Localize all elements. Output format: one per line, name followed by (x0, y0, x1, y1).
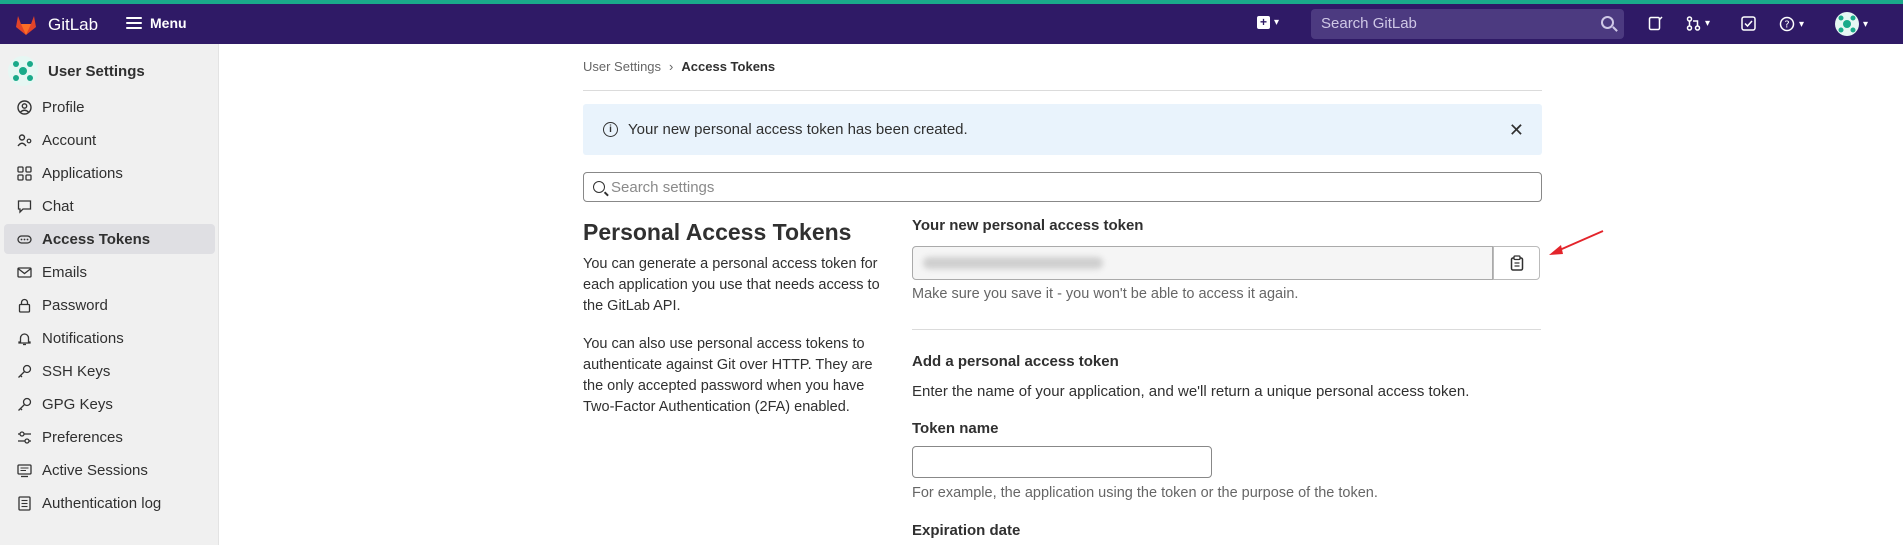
chevron-down-icon: ▾ (1863, 18, 1869, 30)
sidebar-item-label: Profile (42, 98, 85, 116)
sidebar-item-label: Notifications (42, 329, 124, 347)
global-search-input[interactable]: Search GitLab (1311, 9, 1624, 39)
section-description: You can generate a personal access token… (583, 256, 880, 314)
monitor-icon (16, 462, 32, 478)
copy-token-button[interactable] (1493, 246, 1540, 280)
token-icon (16, 231, 32, 247)
alert-text: Your new personal access token has been … (628, 121, 968, 138)
add-token-heading: Add a personal access token (912, 353, 1119, 370)
sidebar-item-label: SSH Keys (42, 362, 111, 380)
breadcrumb-current: Access Tokens (681, 59, 776, 74)
new-token-label: Your new personal access token (912, 217, 1144, 234)
sidebar-item-label: Preferences (42, 428, 123, 446)
new-token-help: Make sure you save it - you won't be abl… (912, 286, 1299, 302)
menu-button[interactable]: Menu (126, 15, 187, 31)
todos-button[interactable] (1741, 16, 1756, 31)
log-icon (16, 495, 32, 511)
token-name-input[interactable] (912, 446, 1212, 478)
sidebar-item-label: Emails (42, 263, 88, 281)
add-token-intro: Enter the name of your application, and … (912, 383, 1470, 400)
brand-name: GitLab (48, 15, 99, 34)
email-icon (16, 264, 32, 280)
plus-square-icon: + (1257, 16, 1270, 29)
merge-request-icon (1686, 16, 1701, 31)
search-placeholder: Search GitLab (1321, 15, 1417, 32)
issues-icon (1648, 16, 1663, 31)
account-icon (16, 132, 32, 148)
sidebar-item-ssh-keys[interactable]: SSH Keys (4, 356, 215, 386)
sidebar-item-profile[interactable]: Profile (4, 92, 215, 122)
sidebar-item-gpg-keys[interactable]: GPG Keys (4, 389, 215, 419)
close-icon[interactable]: ✕ (1509, 120, 1524, 141)
sidebar-item-label: Applications (42, 164, 123, 182)
sidebar-item-account[interactable]: Account (4, 125, 215, 155)
token-name-help: For example, the application using the t… (912, 485, 1378, 501)
sidebar-item-access-tokens[interactable]: Access Tokens (4, 224, 215, 254)
sidebar-item-notifications[interactable]: Notifications (4, 323, 215, 353)
token-name-label: Token name (912, 420, 999, 437)
gitlab-home-link[interactable]: GitLab (14, 14, 98, 36)
sidebar: User Settings Profile Account Applicatio… (0, 44, 219, 545)
sidebar-item-label: Chat (42, 197, 74, 215)
applications-icon (16, 165, 32, 181)
section-title: Personal Access Tokens (583, 219, 852, 245)
sidebar-header[interactable]: User Settings (8, 56, 145, 86)
sidebar-item-active-sessions[interactable]: Active Sessions (4, 455, 215, 485)
preferences-icon (16, 429, 32, 445)
clipboard-icon (1510, 255, 1523, 271)
sidebar-item-label: Authentication log (42, 494, 162, 512)
info-icon: i (603, 122, 618, 137)
new-item-dropdown[interactable]: + ▾ (1257, 16, 1279, 29)
todo-icon (1741, 16, 1756, 31)
search-icon (1601, 16, 1614, 29)
merge-requests-dropdown[interactable]: ▾ (1686, 16, 1710, 31)
hamburger-icon (126, 17, 142, 29)
gitlab-logo-icon (16, 16, 36, 35)
sidebar-item-emails[interactable]: Emails (4, 257, 215, 287)
avatar (1835, 12, 1859, 36)
sidebar-item-label: Password (42, 296, 108, 314)
chat-icon (16, 198, 32, 214)
svg-text:?: ? (1784, 20, 1789, 31)
help-dropdown[interactable]: ? ▾ (1779, 16, 1804, 32)
bell-icon (16, 330, 32, 346)
sidebar-item-label: Active Sessions (42, 461, 148, 479)
settings-search-placeholder: Search settings (611, 179, 715, 196)
expiration-date-label: Expiration date (912, 522, 1021, 539)
redacted-token-value (923, 257, 1103, 269)
top-navbar: GitLab Menu + ▾ Search GitLab ▾ ? ▾ ▾ (0, 0, 1903, 44)
sidebar-item-chat[interactable]: Chat (4, 191, 215, 221)
help-icon: ? (1779, 16, 1795, 32)
lock-icon (16, 297, 32, 313)
profile-icon (16, 99, 32, 115)
sidebar-item-preferences[interactable]: Preferences (4, 422, 215, 452)
section-description-2fa: You can also use personal access tokens … (583, 336, 873, 415)
user-menu-dropdown[interactable]: ▾ (1835, 12, 1868, 36)
search-icon (593, 181, 605, 193)
sidebar-title: User Settings (48, 62, 145, 80)
chevron-down-icon: ▾ (1799, 18, 1805, 30)
chevron-down-icon: ▾ (1705, 18, 1711, 29)
divider (583, 90, 1542, 91)
sidebar-item-label: Access Tokens (42, 230, 151, 248)
chevron-down-icon: ▾ (1274, 17, 1280, 28)
key-icon (16, 363, 32, 379)
divider (912, 329, 1541, 330)
issues-button[interactable] (1648, 16, 1663, 31)
key-icon (16, 396, 32, 412)
breadcrumb-parent-link[interactable]: User Settings (583, 59, 661, 74)
menu-label: Menu (150, 15, 187, 31)
success-alert: i Your new personal access token has bee… (583, 104, 1542, 155)
sidebar-item-label: Account (42, 131, 97, 149)
sidebar-item-password[interactable]: Password (4, 290, 215, 320)
breadcrumb: User Settings › Access Tokens (583, 59, 775, 74)
red-arrow-annotation (1549, 230, 1604, 255)
new-token-field[interactable] (912, 246, 1493, 280)
sidebar-item-authentication-log[interactable]: Authentication log (4, 488, 215, 518)
sidebar-item-label: GPG Keys (42, 395, 113, 413)
breadcrumb-separator-icon: › (669, 59, 674, 74)
user-avatar-icon (8, 56, 38, 86)
settings-search-input[interactable]: Search settings (583, 172, 1542, 202)
sidebar-item-applications[interactable]: Applications (4, 158, 215, 188)
